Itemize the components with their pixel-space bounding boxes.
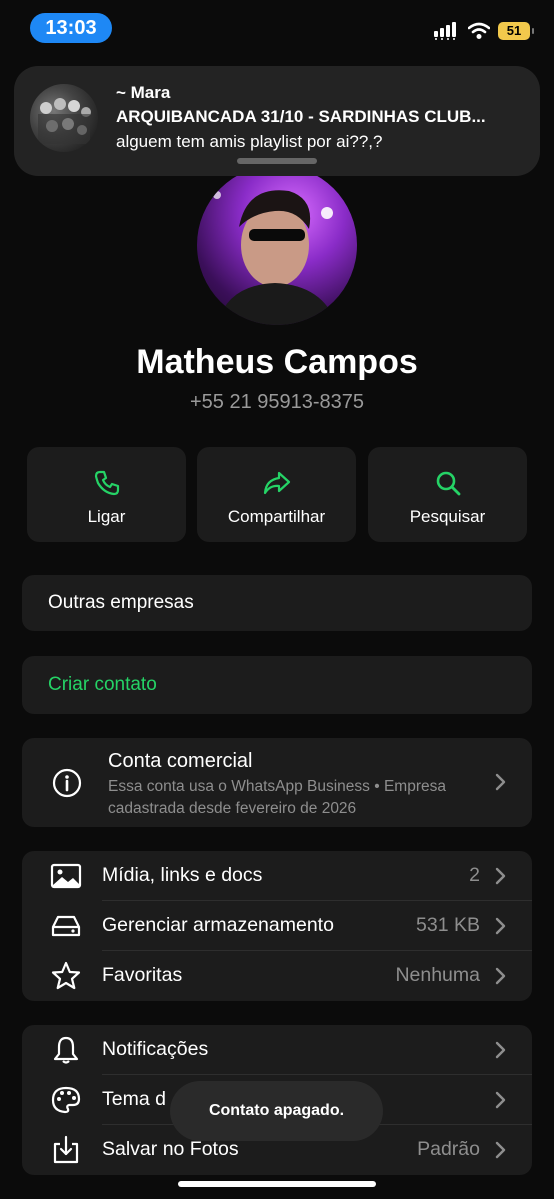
save-to-photos-value: Padrão xyxy=(417,1138,480,1160)
chevron-right-icon xyxy=(495,1141,506,1159)
toast-message: Contato apagado. xyxy=(170,1081,383,1141)
phone-icon xyxy=(94,470,119,496)
banner-drag-handle[interactable] xyxy=(237,158,317,164)
chevron-right-icon xyxy=(495,967,506,985)
search-label: Pesquisar xyxy=(409,507,486,526)
bell-icon xyxy=(53,1036,79,1064)
home-indicator[interactable] xyxy=(178,1181,376,1187)
storage-icon xyxy=(51,915,81,937)
contact-phone[interactable]: +55 21 95913-8375 xyxy=(0,391,554,414)
storage-size: 531 KB xyxy=(416,914,480,936)
notification-message: alguem tem amis playlist por ai??,? xyxy=(116,132,383,151)
chevron-right-icon xyxy=(495,1041,506,1059)
save-to-photos-label: Salvar no Fotos xyxy=(102,1138,239,1160)
star-icon xyxy=(51,961,81,990)
chevron-right-icon xyxy=(495,773,506,791)
share-icon xyxy=(263,471,290,495)
create-contact-button[interactable]: Criar contato xyxy=(22,656,532,714)
manage-storage-row[interactable]: Gerenciar armazenamento 531 KB xyxy=(22,901,532,951)
favorites-value: Nenhuma xyxy=(395,964,480,986)
business-account-row[interactable]: Conta comercial Essa conta usa o WhatsAp… xyxy=(22,738,532,827)
other-businesses-label: Outras empresas xyxy=(48,592,194,613)
palette-icon xyxy=(51,1086,81,1114)
notifications-label: Notificações xyxy=(102,1038,209,1060)
manage-storage-label: Gerenciar armazenamento xyxy=(102,914,334,936)
favorites-label: Favoritas xyxy=(102,964,183,986)
media-section: Mídia, links e docs 2 Gerenciar armazena… xyxy=(22,851,532,1001)
notifications-row[interactable]: Notificações xyxy=(22,1025,532,1075)
business-account-title: Conta comercial xyxy=(108,750,253,772)
search-button[interactable]: Pesquisar xyxy=(368,447,527,542)
status-bar: 13:03 51 xyxy=(0,0,554,60)
media-links-docs-row[interactable]: Mídia, links e docs 2 xyxy=(22,851,532,901)
create-contact-label: Criar contato xyxy=(48,674,157,695)
chevron-right-icon xyxy=(495,917,506,935)
share-label: Compartilhar xyxy=(227,507,326,526)
contact-name: Matheus Campos xyxy=(136,343,418,381)
status-icons: 51 xyxy=(434,20,534,42)
wifi-icon xyxy=(468,22,490,39)
download-icon xyxy=(53,1135,79,1164)
status-time[interactable]: 13:03 xyxy=(30,13,112,43)
cellular-signal-icon xyxy=(434,22,456,40)
chevron-right-icon xyxy=(495,867,506,885)
call-button[interactable]: Ligar xyxy=(27,447,186,542)
notification-sender: ~ Mara xyxy=(116,83,171,102)
business-account-description: Essa conta usa o WhatsApp Business • Emp… xyxy=(108,778,446,817)
share-button[interactable]: Compartilhar xyxy=(197,447,356,542)
group-avatar xyxy=(30,84,98,152)
other-businesses-button[interactable]: Outras empresas xyxy=(22,575,532,631)
chevron-right-icon xyxy=(495,1091,506,1109)
image-icon xyxy=(50,863,82,889)
notification-banner[interactable]: ~ Mara ARQUIBANCADA 31/10 - SARDINHAS CL… xyxy=(14,66,540,176)
profile-photo[interactable] xyxy=(197,165,357,325)
chat-theme-label: Tema d xyxy=(102,1088,166,1110)
call-label: Ligar xyxy=(87,507,126,526)
media-links-docs-label: Mídia, links e docs xyxy=(102,864,263,886)
search-icon xyxy=(436,471,460,496)
notification-group: ARQUIBANCADA 31/10 - SARDINHAS CLUB... xyxy=(116,107,486,126)
media-count: 2 xyxy=(469,864,480,886)
favorites-row[interactable]: Favoritas Nenhuma xyxy=(22,951,532,1001)
info-icon xyxy=(52,768,82,798)
battery-icon: 51 xyxy=(498,22,534,40)
